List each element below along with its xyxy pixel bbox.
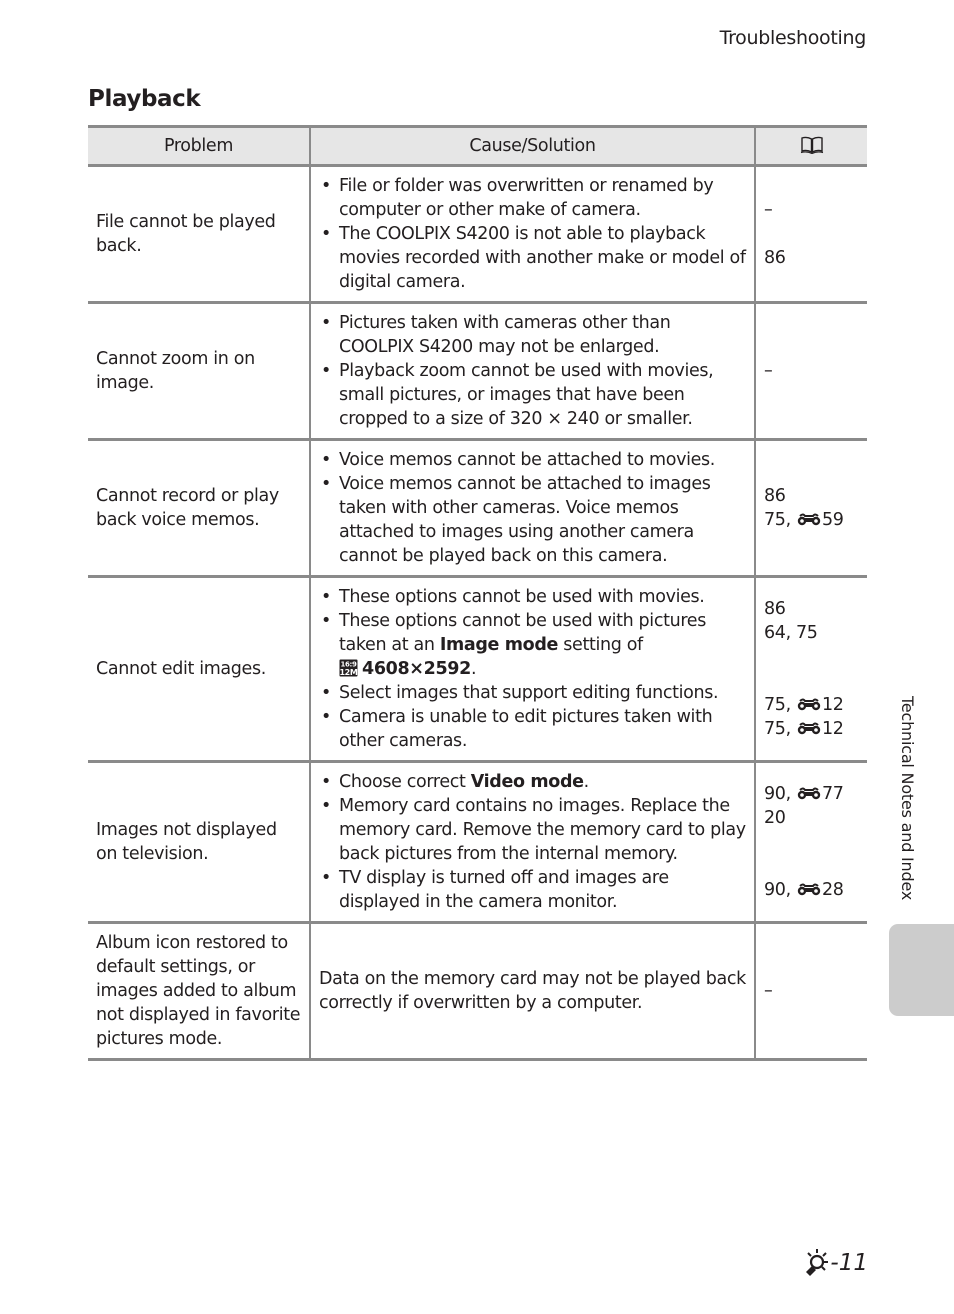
section-thumb-tab xyxy=(889,924,954,1016)
binoculars-icon xyxy=(797,513,821,526)
problem-cell: File cannot be played back. xyxy=(88,165,310,304)
cause-item: These options cannot be used with pictur… xyxy=(319,609,746,681)
table-row: Album icon restored to default settings,… xyxy=(88,922,867,1061)
binoculars-icon xyxy=(797,883,821,896)
page-reference: 75, 12 xyxy=(764,695,844,715)
cause-item: The COOLPIX S4200 is not able to playbac… xyxy=(319,222,746,294)
page-reference: 86 xyxy=(764,599,786,619)
table-header-row: Problem Cause/Solution xyxy=(88,125,867,167)
page-reference: 64, 75 xyxy=(764,623,818,643)
cause-item: TV display is turned off and images are … xyxy=(319,866,746,914)
table-row: Images not displayed on television. Choo… xyxy=(88,761,867,924)
binoculars-icon xyxy=(797,722,821,735)
reference-cell: 86 64, 75 75, 12 75, 12 xyxy=(754,576,867,763)
page-reference: 20 xyxy=(764,808,786,828)
table-row: Cannot record or play back voice memos. … xyxy=(88,439,867,578)
page-reference: 75, 12 xyxy=(764,719,844,739)
cause-cell: Choose correct Video mode. Memory card c… xyxy=(309,761,755,924)
page-number-text: -11 xyxy=(830,1250,868,1276)
cause-cell: Pictures taken with cameras other than C… xyxy=(309,302,755,441)
cause-item: Voice memos cannot be attached to images… xyxy=(319,472,746,568)
image-size-value: 4608×2592 xyxy=(362,659,471,679)
page-reference: 86 xyxy=(764,486,786,506)
reference-cell: – xyxy=(754,302,867,441)
cause-item: Pictures taken with cameras other than C… xyxy=(319,311,746,359)
cause-item: Memory card contains no images. Replace … xyxy=(319,794,746,866)
column-header-reference xyxy=(754,125,867,167)
reference-cell: 86 75, 59 xyxy=(754,439,867,578)
cause-item: These options cannot be used with movies… xyxy=(319,585,746,609)
page-reference: – xyxy=(764,981,773,1001)
table-row: Cannot edit images. These options cannot… xyxy=(88,576,867,763)
table-row: Cannot zoom in on image. Pictures taken … xyxy=(88,302,867,441)
page-number: -11 xyxy=(802,1248,868,1278)
running-header: Troubleshooting xyxy=(719,27,867,49)
column-header-cause-solution: Cause/Solution xyxy=(309,125,755,167)
column-header-problem: Problem xyxy=(88,125,310,167)
page-reference: 90, 77 xyxy=(764,784,844,804)
reference-cell: – xyxy=(754,922,867,1061)
page-reference: – xyxy=(764,200,773,220)
cause-item: Voice memos cannot be attached to movies… xyxy=(319,448,746,472)
problem-cell: Cannot record or play back voice memos. xyxy=(88,439,310,578)
problem-cell: Cannot zoom in on image. xyxy=(88,302,310,441)
problem-cell: Images not displayed on television. xyxy=(88,761,310,924)
cause-item: Camera is unable to edit pictures taken … xyxy=(319,705,746,753)
cause-cell: These options cannot be used with movies… xyxy=(309,576,755,763)
video-mode-label: Video mode xyxy=(470,772,584,792)
page-reference: – xyxy=(764,361,773,381)
reference-cell: 90, 77 20 90, 28 xyxy=(754,761,867,924)
troubleshooting-table: Problem Cause/Solution File cannot be pl… xyxy=(88,125,867,1061)
section-title: Playback xyxy=(88,86,201,112)
cause-item: Playback zoom cannot be used with movies… xyxy=(319,359,746,431)
reference-cell: – 86 xyxy=(754,165,867,304)
svg-text:12M: 12M xyxy=(339,668,357,677)
side-tab-label: Technical Notes and Index xyxy=(898,696,917,901)
cause-cell: Data on the memory card may not be playe… xyxy=(309,922,755,1061)
cause-item: Choose correct Video mode. xyxy=(319,770,746,794)
page-reference: 90, 28 xyxy=(764,880,844,900)
problem-cell: Album icon restored to default settings,… xyxy=(88,922,310,1061)
cause-item: File or folder was overwritten or rename… xyxy=(319,174,746,222)
lightbulb-icon xyxy=(806,1249,829,1276)
image-size-16-9-12m-icon: 16:912M xyxy=(339,659,358,677)
binoculars-icon xyxy=(797,698,821,711)
book-icon xyxy=(800,136,823,154)
cause-cell: File or folder was overwritten or rename… xyxy=(309,165,755,304)
cause-item: Select images that support editing funct… xyxy=(319,681,746,705)
page-reference: 86 xyxy=(764,248,786,268)
page-reference: 75, 59 xyxy=(764,510,844,530)
problem-cell: Cannot edit images. xyxy=(88,576,310,763)
binoculars-icon xyxy=(797,787,821,800)
cause-cell: Voice memos cannot be attached to movies… xyxy=(309,439,755,578)
image-mode-label: Image mode xyxy=(439,635,559,655)
table-row: File cannot be played back. File or fold… xyxy=(88,165,867,304)
